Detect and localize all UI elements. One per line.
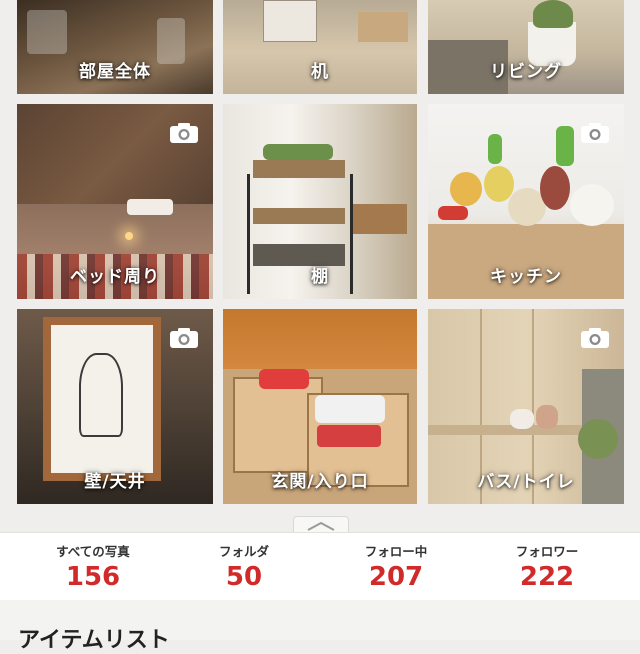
folder-tile[interactable]: 玄関/入り口 <box>223 309 417 504</box>
folder-label: キッチン <box>490 267 562 287</box>
folder-label: バス/トイレ <box>477 472 575 492</box>
stat-folders[interactable]: フォルダ 50 <box>164 533 324 592</box>
folder-label: 棚 <box>311 267 329 287</box>
stat-followers[interactable]: フォロワー 222 <box>467 533 627 592</box>
stat-value: 50 <box>225 562 263 592</box>
stat-label: フォロー中 <box>364 544 428 559</box>
stat-all-photos[interactable]: すべての写真 156 <box>13 533 173 592</box>
camera-icon <box>170 123 198 143</box>
folder-label: 机 <box>311 62 329 82</box>
folder-label: 壁/天井 <box>84 472 146 492</box>
stat-following[interactable]: フォロー中 207 <box>316 533 476 592</box>
camera-icon <box>170 328 198 348</box>
camera-icon <box>581 328 609 348</box>
stat-value: 156 <box>65 562 121 592</box>
folder-label: ベッド周り <box>70 267 160 287</box>
stat-label: すべての写真 <box>56 544 130 559</box>
folder-tile[interactable]: 部屋全体 <box>17 0 213 94</box>
folder-label: 部屋全体 <box>79 62 151 82</box>
stat-value: 222 <box>519 562 575 592</box>
folder-tile[interactable]: 机 <box>223 0 417 94</box>
section-title: アイテムリスト <box>18 628 170 653</box>
stat-label: フォロワー <box>515 544 579 559</box>
item-list-section: アイテムリスト <box>0 600 640 653</box>
folder-tile[interactable]: リビング <box>428 0 624 94</box>
camera-icon <box>581 123 609 143</box>
stat-label: フォルダ <box>218 544 269 559</box>
folder-tile[interactable]: 壁/天井 <box>17 309 213 504</box>
folder-label: リビング <box>490 62 562 82</box>
folder-tile[interactable]: ベッド周り <box>17 104 213 299</box>
profile-stats: すべての写真 156 フォルダ 50 フォロー中 207 フォロワー 222 <box>0 532 640 601</box>
folder-tile[interactable]: キッチン <box>428 104 624 299</box>
folder-tile[interactable]: 棚 <box>223 104 417 299</box>
stat-value: 207 <box>368 562 424 592</box>
folder-tile[interactable]: バス/トイレ <box>428 309 624 504</box>
folder-grid: 部屋全体 机 リビング ベッド周り 棚 キッチン 壁/天井 玄関/入り口 バス/… <box>0 0 640 530</box>
folder-label: 玄関/入り口 <box>271 472 369 492</box>
